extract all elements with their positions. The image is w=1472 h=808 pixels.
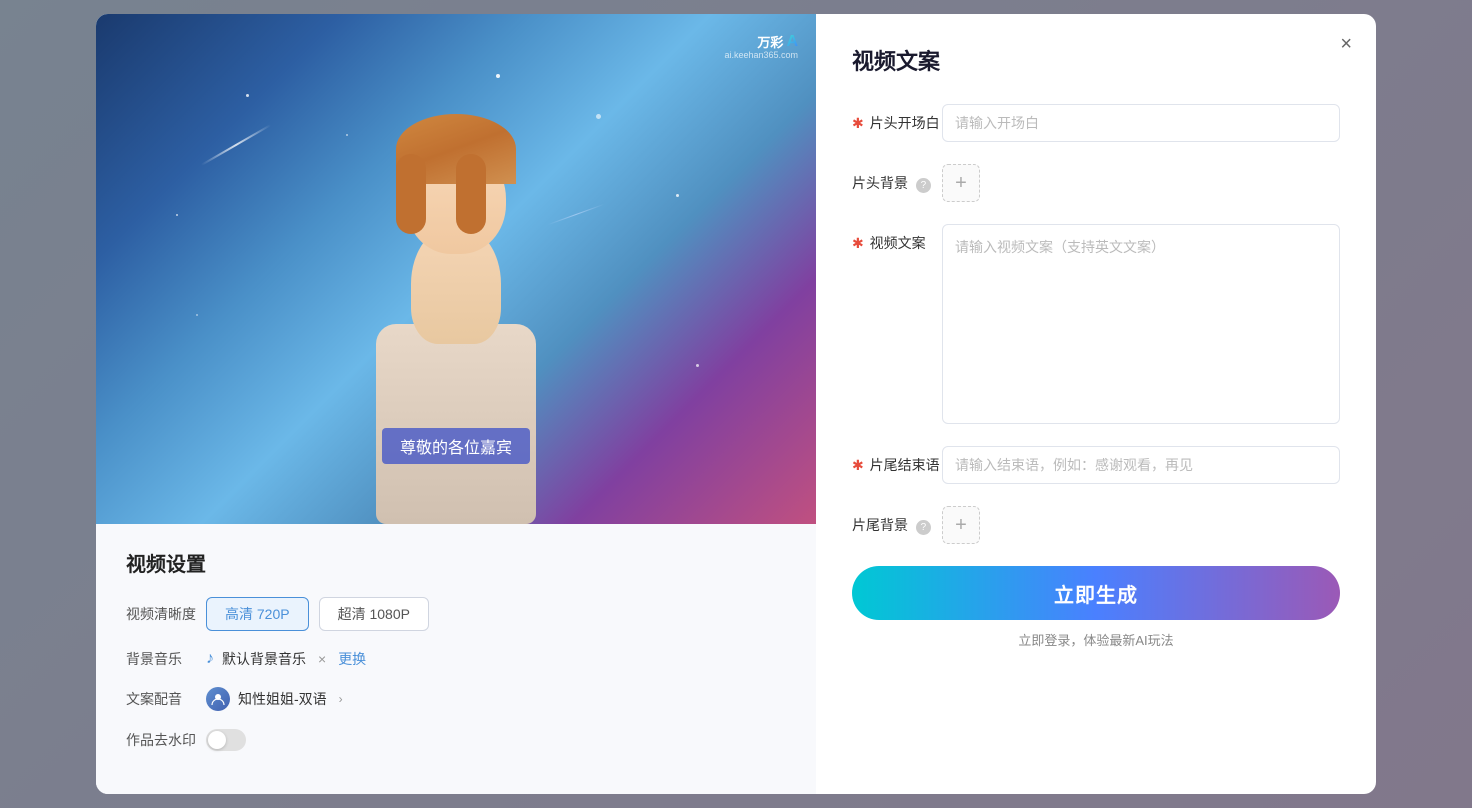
opening-row: ✱ 片头开场白 xyxy=(852,104,1340,142)
voice-name: 知性姐姐-双语 xyxy=(238,689,327,709)
header-bg-label: 片头背景 ? xyxy=(852,164,942,193)
watermark-sub: ai.keehan365.com xyxy=(724,50,798,60)
header-bg-info-icon[interactable]: ? xyxy=(916,178,931,193)
voice-label: 文案配音 xyxy=(126,689,206,709)
ending-bg-label-text: 片尾背景 xyxy=(852,517,908,533)
main-modal: 万彩 A ai.keehan365.com xyxy=(96,14,1376,794)
music-controls: ♪ 默认背景音乐 × 更换 xyxy=(206,649,366,669)
watermark-row: 作品去水印 xyxy=(126,729,786,751)
opening-input[interactable] xyxy=(942,104,1340,142)
header-bg-add-button[interactable]: + xyxy=(942,164,980,202)
opening-label-text: 片头开场白 xyxy=(870,115,940,131)
close-button[interactable]: × xyxy=(1340,34,1352,54)
content-row: ✱ 视频文案 xyxy=(852,224,1340,424)
avatar-figure xyxy=(326,144,586,524)
quality-1080p-button[interactable]: 超清 1080P xyxy=(319,597,429,631)
settings-title: 视频设置 xyxy=(126,548,786,577)
watermark: 万彩 A xyxy=(757,32,798,51)
ending-row: ✱ 片尾结束语 xyxy=(852,446,1340,484)
ending-bg-info-icon[interactable]: ? xyxy=(916,520,931,535)
generate-hint: 立即登录，体验最新AI玩法 xyxy=(852,630,1340,649)
header-bg-label-text: 片头背景 xyxy=(852,175,908,191)
modal-overlay: 万彩 A ai.keehan365.com xyxy=(0,0,1472,808)
toggle-thumb xyxy=(208,731,226,749)
music-replace-button[interactable]: 更换 xyxy=(338,649,366,669)
subtitle-overlay: 尊敬的各位嘉宾 xyxy=(382,428,530,464)
quality-label: 视频清晰度 xyxy=(126,604,206,624)
opening-required-marker: ✱ xyxy=(852,115,864,131)
right-panel: × 视频文案 ✱ 片头开场白 片头背景 ? + xyxy=(816,14,1376,794)
content-required-marker: ✱ xyxy=(852,235,864,251)
quality-buttons: 高清 720P 超清 1080P xyxy=(206,597,429,631)
left-panel: 万彩 A ai.keehan365.com xyxy=(96,14,816,794)
music-note-icon: ♪ xyxy=(206,650,214,668)
video-preview: 万彩 A ai.keehan365.com xyxy=(96,14,816,524)
watermark-toggle-label: 作品去水印 xyxy=(126,730,206,750)
generate-button[interactable]: 立即生成 xyxy=(852,566,1340,620)
watermark-ai-icon: A xyxy=(786,33,798,51)
content-label-text: 视频文案 xyxy=(870,235,926,251)
voice-avatar-icon xyxy=(206,687,230,711)
quality-720p-button[interactable]: 高清 720P xyxy=(206,597,309,631)
ending-label-text: 片尾结束语 xyxy=(870,457,940,473)
quality-row: 视频清晰度 高清 720P 超清 1080P xyxy=(126,597,786,631)
music-delete-button[interactable]: × xyxy=(314,651,330,667)
watermark-toggle-area xyxy=(206,729,246,751)
voice-selector[interactable]: 知性姐姐-双语 › xyxy=(206,687,343,711)
voice-row: 文案配音 知性姐姐-双语 › xyxy=(126,687,786,711)
ending-label: ✱ 片尾结束语 xyxy=(852,446,942,475)
music-label: 背景音乐 xyxy=(126,649,206,669)
voice-arrow-icon: › xyxy=(339,692,343,706)
ending-bg-label: 片尾背景 ? xyxy=(852,506,942,535)
ending-required-marker: ✱ xyxy=(852,457,864,473)
header-bg-row: 片头背景 ? + xyxy=(852,164,1340,202)
video-background: 万彩 A ai.keehan365.com xyxy=(96,14,816,524)
ending-bg-row: 片尾背景 ? + xyxy=(852,506,1340,544)
watermark-toggle[interactable] xyxy=(206,729,246,751)
settings-panel: 视频设置 视频清晰度 高清 720P 超清 1080P 背景音乐 ♪ 默认背景音… xyxy=(96,524,816,794)
music-row: 背景音乐 ♪ 默认背景音乐 × 更换 xyxy=(126,649,786,669)
content-textarea[interactable] xyxy=(942,224,1340,424)
ending-bg-add-button[interactable]: + xyxy=(942,506,980,544)
watermark-brand: 万彩 xyxy=(757,32,783,51)
subtitle-text: 尊敬的各位嘉宾 xyxy=(400,440,512,457)
ending-input[interactable] xyxy=(942,446,1340,484)
panel-title: 视频文案 xyxy=(852,44,1340,76)
generate-hint-text: 立即登录，体验最新AI玩法 xyxy=(1018,633,1173,648)
music-name: 默认背景音乐 xyxy=(222,649,306,669)
opening-label: ✱ 片头开场白 xyxy=(852,104,942,133)
content-label: ✱ 视频文案 xyxy=(852,224,942,253)
